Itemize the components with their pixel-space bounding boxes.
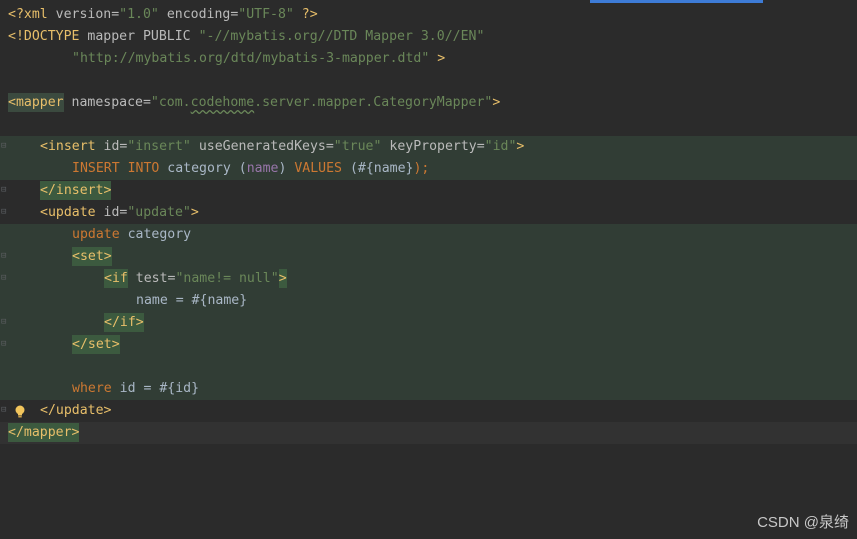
if-test-attribute: test= (127, 271, 176, 286)
code-line-19: ⊟ </update> (0, 400, 857, 422)
doctype-public-id: "-//mybatis.org//DTD Mapper 3.0//EN" (198, 29, 485, 44)
key-property-attribute: keyProperty= (381, 139, 485, 154)
code-line-8: INSERT INTO category (name) VALUES (#{na… (0, 158, 857, 180)
if-open-bracket: > (278, 269, 287, 288)
code-line-15: ⊟ </if> (0, 312, 857, 334)
if-close-tag: </if> (104, 313, 144, 332)
mapper-open-tag: <mapper (8, 93, 64, 112)
fold-marker-icon[interactable]: ⊟ (1, 318, 7, 327)
code-line-5: <mapper namespace="com.codehome.server.m… (0, 92, 857, 114)
code-line-7: ⊟ <insert id="insert" useGeneratedKeys="t… (0, 136, 857, 158)
update-id-attribute: id= (95, 205, 128, 220)
version-value: "1.0" (119, 7, 159, 22)
code-line-11: update category (0, 224, 857, 246)
code-line-3: "http://mybatis.org/dtd/mybatis-3-mapper… (0, 48, 857, 70)
sql-insert-keyword: INSERT INTO (72, 161, 160, 176)
encoding-value: "UTF-8" (238, 7, 294, 22)
sql-where-condition: id = #{id} (111, 381, 200, 396)
code-line-12: ⊟ <set> (0, 246, 857, 268)
code-line-2: <!DOCTYPE mapper PUBLIC "-//mybatis.org/… (0, 26, 857, 48)
if-open-tag: <if (104, 269, 128, 288)
update-open-tag: <update (40, 205, 96, 220)
insert-id-value: "insert" (127, 139, 191, 154)
fold-marker-icon[interactable]: ⊟ (1, 406, 7, 415)
doctype-name: mapper PUBLIC (79, 29, 199, 44)
sql-update-table: category (119, 227, 192, 242)
code-line-9: ⊟ </insert> (0, 180, 857, 202)
sql-values-close: ); (413, 161, 430, 176)
encoding-attribute: encoding= (158, 7, 239, 22)
mapper-open-bracket: > (492, 95, 501, 110)
fold-marker-icon[interactable]: ⊟ (1, 340, 7, 349)
sql-paren-open: ( (238, 161, 247, 176)
code-line-14: name = #{name} (0, 290, 857, 312)
sql-values-open: ( (342, 161, 358, 176)
sql-set-assignment: name = #{name} (136, 293, 248, 308)
code-line-18: where id = #{id} (0, 378, 857, 400)
insert-open-tag: <insert (40, 139, 96, 154)
code-line-16: ⊟ </set> (0, 334, 857, 356)
fold-marker-icon[interactable]: ⊟ (1, 252, 7, 261)
fold-marker-icon[interactable]: ⊟ (1, 274, 7, 283)
scroll-position-indicator (590, 0, 763, 3)
sql-table-name: category (159, 161, 239, 176)
set-close-tag: </set> (72, 335, 120, 354)
namespace-value-prefix: "com. (150, 95, 191, 110)
sql-param-placeholder: #{name} (357, 161, 414, 176)
sql-update-keyword: update (72, 227, 120, 242)
if-test-value: "name!= null" (175, 271, 279, 286)
insert-open-bracket: > (516, 139, 525, 154)
xml-declaration-open: <?xml (8, 7, 48, 22)
doctype-system-id: "http://mybatis.org/dtd/mybatis-3-mapper… (72, 51, 430, 66)
code-line-20: </mapper> (0, 422, 857, 444)
insert-close-tag: </insert> (40, 181, 112, 200)
fold-marker-icon[interactable]: ⊟ (1, 208, 7, 217)
sql-where-keyword: where (72, 381, 112, 396)
sql-column-name: name (246, 161, 279, 176)
set-open-tag: <set> (72, 247, 112, 266)
sql-values-keyword: VALUES (286, 161, 342, 176)
csdn-watermark: CSDN @泉绮 (757, 514, 849, 531)
update-close-tag: </update> (40, 403, 112, 418)
fold-marker-icon[interactable]: ⊟ (1, 186, 7, 195)
code-line-10: ⊟ <update id="update"> (0, 202, 857, 224)
mapper-close-tag: </mapper> (8, 423, 80, 442)
update-open-bracket: > (190, 205, 199, 220)
use-generated-keys-attribute: useGeneratedKeys= (190, 139, 334, 154)
lightbulb-icon[interactable] (15, 405, 25, 418)
namespace-value-rest: .server.mapper.CategoryMapper" (254, 95, 493, 110)
code-line-17 (0, 356, 857, 378)
namespace-typo-warning[interactable]: codehome (191, 95, 255, 110)
namespace-attribute: namespace= (63, 95, 151, 110)
doctype-close: > (429, 51, 446, 66)
code-editor[interactable]: <?xml version="1.0" encoding="UTF-8" ?> … (0, 4, 857, 444)
version-attribute: version= (47, 7, 120, 22)
xml-declaration-close: ?> (293, 7, 318, 22)
code-line-1: <?xml version="1.0" encoding="UTF-8" ?> (0, 4, 857, 26)
update-id-value: "update" (127, 205, 191, 220)
insert-id-attribute: id= (95, 139, 128, 154)
key-property-value: "id" (484, 139, 517, 154)
fold-marker-icon[interactable]: ⊟ (1, 142, 7, 151)
use-generated-keys-value: "true" (333, 139, 382, 154)
doctype-open: <!DOCTYPE (8, 29, 80, 44)
code-line-13: ⊟ <if test="name!= null"> (0, 268, 857, 290)
